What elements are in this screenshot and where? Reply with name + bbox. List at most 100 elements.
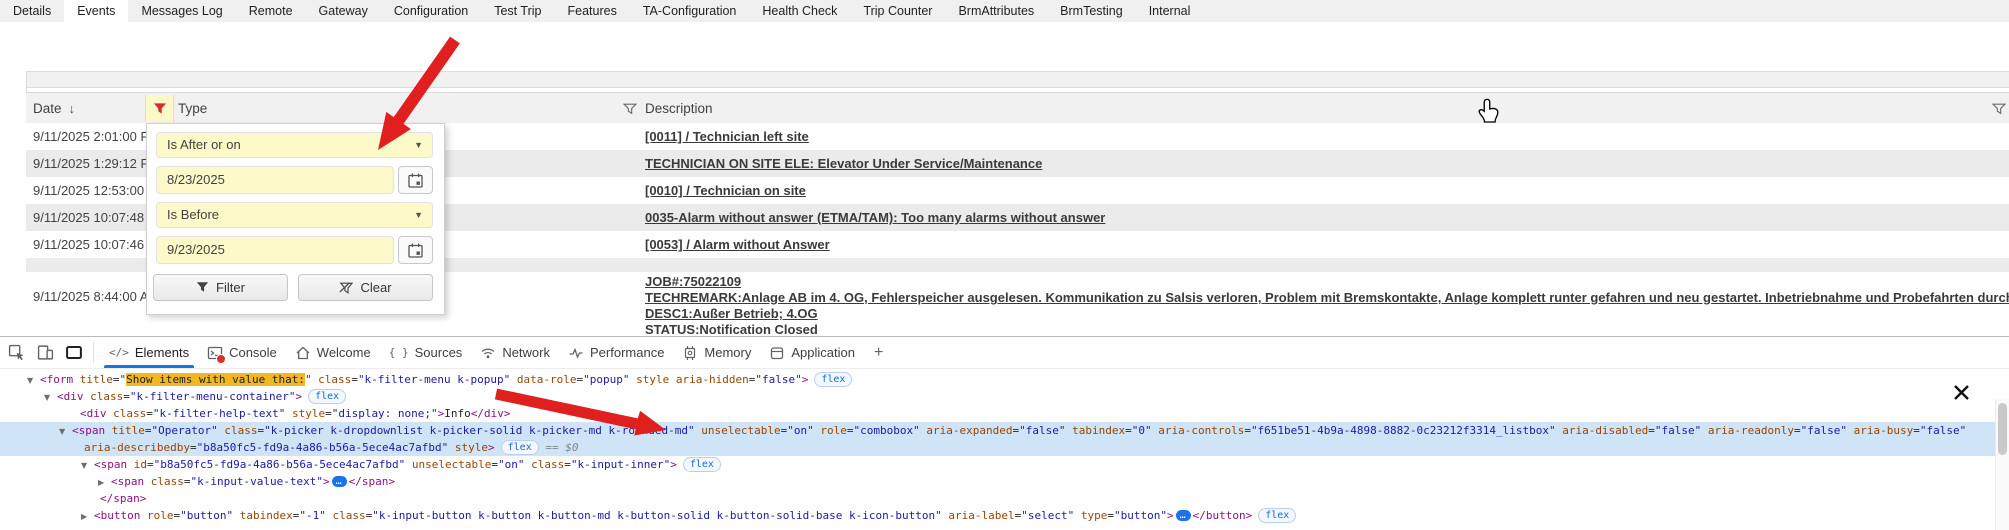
app-tab-internal[interactable]: Internal xyxy=(1136,0,1204,22)
expand-caret[interactable]: ▼ xyxy=(59,423,72,439)
code-token: " xyxy=(305,373,312,386)
devtools-tab-network[interactable]: Network xyxy=(471,337,559,368)
code-token: aria-disabled xyxy=(1556,424,1649,437)
column-header-description[interactable]: Description xyxy=(645,93,713,124)
filter-operator-top-dropdown[interactable]: Is After or on ▼ xyxy=(156,132,433,158)
app-tab-health-check[interactable]: Health Check xyxy=(749,0,850,22)
code-token: "false" xyxy=(1655,424,1701,437)
flex-badge[interactable]: flex xyxy=(814,372,852,387)
expand-caret[interactable]: ▶ xyxy=(81,508,94,524)
expand-caret[interactable]: ▼ xyxy=(44,389,57,405)
dock-panel-icon xyxy=(65,344,83,361)
app-tab-trip-counter[interactable]: Trip Counter xyxy=(850,0,945,22)
code-token: = xyxy=(1794,424,1801,437)
code-token: = xyxy=(184,475,191,488)
code-token: </span> xyxy=(349,475,395,488)
filter-clear-button[interactable]: Clear xyxy=(298,274,433,301)
tab-label: Performance xyxy=(590,345,664,360)
event-description-link[interactable]: [0053] / Alarm without Answer xyxy=(645,237,830,252)
event-date: 9/11/2025 1:29:12 P xyxy=(33,150,149,177)
code-token: = xyxy=(351,373,358,386)
code-token: <div xyxy=(80,407,107,420)
expand-caret[interactable]: ▼ xyxy=(81,457,94,473)
devtools-tab-console[interactable]: Console xyxy=(198,337,286,368)
scrollbar-thumb[interactable] xyxy=(1998,403,2007,455)
sort-descending-icon: ↓ xyxy=(69,101,76,116)
tab-label: Welcome xyxy=(317,345,371,360)
calendar-icon xyxy=(408,173,423,188)
app-tab-brmattributes[interactable]: BrmAttributes xyxy=(945,0,1047,22)
event-description-link[interactable]: TECHREMARK:Anlage AB im 4. OG, Fehlerspe… xyxy=(645,290,2009,306)
type-filter-button[interactable] xyxy=(617,95,643,122)
filter-date-top-input[interactable]: 8/23/2025 xyxy=(156,166,394,194)
code-token: aria-hidden xyxy=(669,373,748,386)
devtools-tab-elements[interactable]: </> Elements xyxy=(100,337,198,368)
expand-ellipsis-button[interactable]: … xyxy=(1176,510,1191,521)
event-description-link[interactable]: JOB#:75022109 xyxy=(645,274,2009,290)
code-token: "button" xyxy=(180,509,233,522)
filter-apply-button[interactable]: Filter xyxy=(153,274,288,301)
code-token: > xyxy=(1167,509,1174,522)
code-token: "k-filter-menu-container" xyxy=(130,390,296,403)
expand-ellipsis-button[interactable]: … xyxy=(332,476,347,487)
app-tab-configuration[interactable]: Configuration xyxy=(381,0,481,22)
funnel-icon xyxy=(196,282,209,293)
devtools-scrollbar[interactable] xyxy=(1995,399,2009,530)
app-tab-brmtesting[interactable]: BrmTesting xyxy=(1047,0,1136,22)
event-description-link[interactable]: 0035-Alarm without answer (ETMA/TAM): To… xyxy=(645,210,1105,225)
filter-operator-bottom-dropdown[interactable]: Is Before ▼ xyxy=(156,202,433,228)
code-token: > xyxy=(295,390,302,403)
flex-badge[interactable]: flex xyxy=(683,457,721,472)
devtools-tab-performance[interactable]: Performance xyxy=(559,337,673,368)
device-toolbar-button[interactable] xyxy=(32,337,58,368)
app-tab-events[interactable]: Events xyxy=(64,0,128,22)
calendar-top-button[interactable] xyxy=(398,166,433,194)
flex-badge[interactable]: flex xyxy=(501,440,539,455)
chevron-down-icon: ▼ xyxy=(414,203,423,227)
code-token: </span> xyxy=(100,492,146,505)
code-token: class xyxy=(107,407,147,420)
devtools-tab-sources[interactable]: { } Sources xyxy=(380,337,472,368)
event-description-link[interactable]: TECHNICIAN ON SITE ELE: Elevator Under S… xyxy=(645,156,1042,171)
event-description-link[interactable]: [0011] / Technician left site xyxy=(645,129,809,144)
flex-badge[interactable]: flex xyxy=(308,389,346,404)
description-filter-button[interactable] xyxy=(1986,95,2009,122)
devtools-tab-application[interactable]: Application xyxy=(760,337,864,368)
code-token: "false" xyxy=(1920,424,1966,437)
app-tab-ta-configuration[interactable]: TA-Configuration xyxy=(630,0,750,22)
expand-caret[interactable]: ▶ xyxy=(98,474,111,490)
flex-badge[interactable]: flex xyxy=(1258,508,1296,523)
app-tab-remote[interactable]: Remote xyxy=(236,0,306,22)
column-header-date[interactable]: Date↓ xyxy=(33,93,75,124)
code-token: = xyxy=(325,407,332,420)
app-tab-test-trip[interactable]: Test Trip xyxy=(481,0,554,22)
event-description-link[interactable]: [0010] / Technician on site xyxy=(645,183,806,198)
code-token: class xyxy=(84,390,124,403)
app-tab-messages-log[interactable]: Messages Log xyxy=(128,0,235,22)
event-description-link[interactable]: DESC1:Außer Betrieb; 4.OG xyxy=(645,306,2009,322)
calendar-bottom-button[interactable] xyxy=(398,236,433,264)
code-token: "button" xyxy=(1114,509,1167,522)
devtools-tab-memory[interactable]: Memory xyxy=(673,337,760,368)
selected-element-row[interactable]: ▼<span title="Operator" class="k-picker … xyxy=(0,422,2009,456)
app-tab-strip: Details Events Messages Log Remote Gatew… xyxy=(0,0,2009,22)
date-filter-popup: Is After or on ▼ 8/23/2025 Is Before ▼ 9… xyxy=(146,123,445,315)
date-filter-button[interactable] xyxy=(145,95,174,122)
code-token: = xyxy=(1107,509,1114,522)
app-tab-gateway[interactable]: Gateway xyxy=(306,0,381,22)
code-token: role xyxy=(140,509,173,522)
filter-date-bottom-input[interactable]: 9/23/2025 xyxy=(156,236,394,264)
braces-icon: { } xyxy=(389,346,409,359)
home-icon xyxy=(295,345,311,361)
app-tab-features[interactable]: Features xyxy=(554,0,629,22)
add-tab-button[interactable]: + xyxy=(864,337,893,368)
devtools-tab-welcome[interactable]: Welcome xyxy=(286,337,380,368)
inspect-element-button[interactable] xyxy=(3,337,29,368)
dock-side-button[interactable] xyxy=(61,337,87,368)
funnel-slash-icon xyxy=(339,282,353,294)
event-date: 9/11/2025 12:53:00 xyxy=(33,177,144,204)
app-tab-details[interactable]: Details xyxy=(0,0,64,22)
code-token: class xyxy=(218,424,258,437)
expand-caret[interactable]: ▼ xyxy=(27,372,40,388)
column-header-type[interactable]: Type xyxy=(178,93,207,124)
